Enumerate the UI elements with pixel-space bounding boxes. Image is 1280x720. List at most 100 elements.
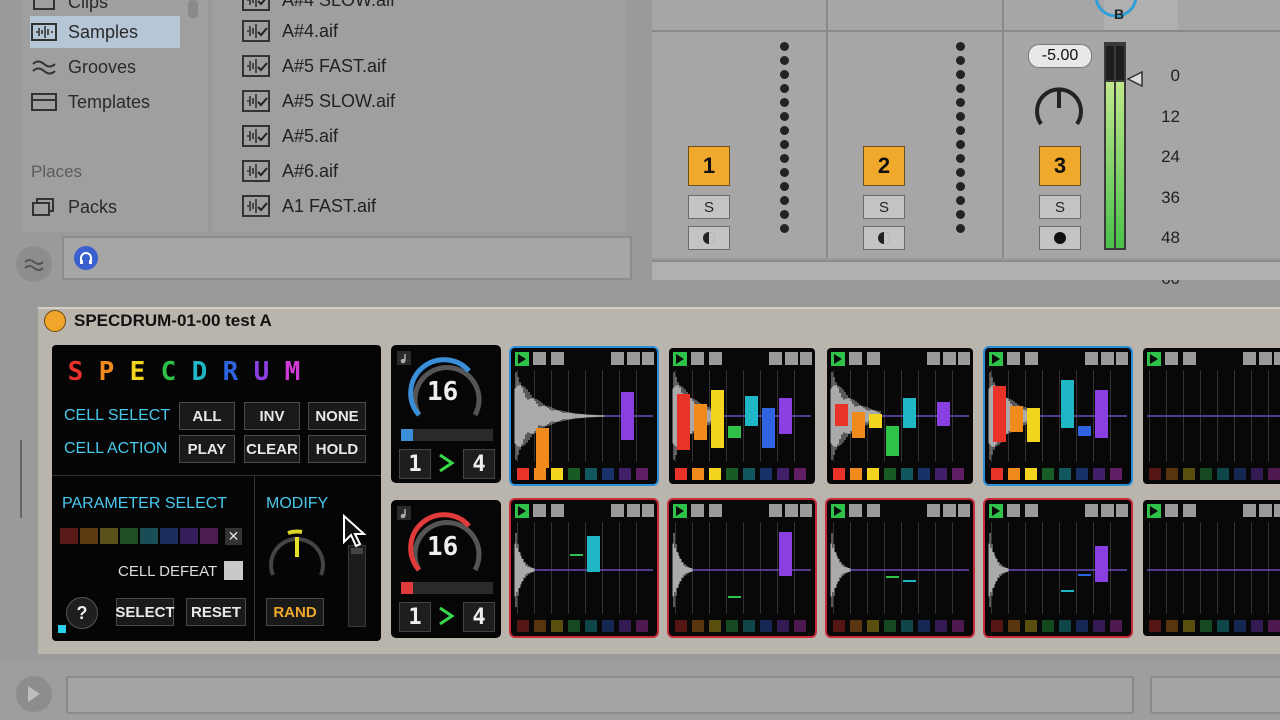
cell-display (514, 504, 654, 632)
volume-value[interactable]: -5.00 (1028, 44, 1092, 68)
sidebar-item-label: Templates (68, 91, 151, 112)
cell-display (1147, 504, 1280, 632)
record-dot-icon (1054, 232, 1066, 244)
reset-button[interactable]: RESET (186, 598, 246, 626)
clear-button[interactable]: CLEAR (244, 435, 300, 463)
cell-action-label: CELL ACTION (64, 440, 168, 457)
sidebar-item-templates[interactable]: Templates (30, 86, 180, 118)
play-button[interactable]: PLAY (179, 435, 235, 463)
steps-value[interactable]: 16 (427, 532, 458, 562)
select-invert-button[interactable]: INV (244, 402, 300, 430)
track-activator-3[interactable]: 3 (1039, 146, 1081, 186)
logo-letter: U (253, 357, 270, 387)
cell-defeat-toggle[interactable] (224, 561, 243, 580)
modify-knob[interactable] (264, 525, 330, 585)
mixer-scrollbar[interactable] (652, 260, 1280, 280)
preview-bar (62, 236, 632, 280)
play-arrow-icon[interactable] (431, 602, 461, 630)
audio-file-icon (242, 160, 270, 182)
record-arm-button-3[interactable] (1039, 226, 1081, 250)
select-all-button[interactable]: ALL (179, 402, 235, 430)
mixer-strip-1: 1 S (652, 0, 828, 258)
cell-display (830, 504, 970, 632)
mixer: 1 S 2 S B -5.00 3 S 0 12 24 36 48 (652, 0, 1280, 288)
monitor-button-1[interactable] (688, 226, 730, 250)
sidebar-item-packs[interactable]: Packs (30, 191, 180, 223)
spectral-cell[interactable] (1143, 348, 1280, 484)
select-none-button[interactable]: NONE (308, 402, 366, 430)
wave-icon (24, 259, 44, 271)
logo-letter: R (222, 357, 239, 387)
modify-slider[interactable] (348, 545, 366, 627)
play-icon[interactable] (16, 676, 52, 712)
hold-button[interactable]: HOLD (308, 435, 366, 463)
sidebar-item-samples[interactable]: Samples (30, 16, 180, 48)
fader-arrow-icon[interactable] (1126, 70, 1144, 88)
device-splitter[interactable] (20, 440, 30, 518)
cell-defeat-label: CELL DEFEAT (118, 563, 218, 580)
specdrum-logo: SPECDRUM (60, 357, 308, 387)
start-value[interactable]: 1 (399, 449, 431, 479)
file-item[interactable]: A#5 SLOW.aif (242, 86, 395, 116)
logo-letter: P (98, 357, 115, 387)
close-icon[interactable]: ✕ (225, 528, 242, 545)
device-power-button[interactable] (44, 310, 66, 332)
spectral-cell[interactable] (985, 500, 1131, 636)
spectral-cell[interactable] (511, 348, 657, 484)
steps-value[interactable]: 16 (427, 377, 458, 407)
spectral-cell[interactable] (985, 348, 1131, 484)
spectral-cell[interactable] (669, 348, 815, 484)
sidebar-item-label: Packs (68, 196, 118, 217)
file-item[interactable]: A#4.aif (242, 16, 338, 46)
monitor-button-2[interactable] (863, 226, 905, 250)
solo-button-2[interactable]: S (863, 195, 905, 219)
logo-letter: D (191, 357, 208, 387)
help-button[interactable]: ? (66, 597, 98, 629)
headphones-icon[interactable] (74, 246, 98, 270)
sidebar-item-label: Samples (68, 21, 139, 42)
cell-display (830, 352, 970, 480)
cell-display (514, 352, 654, 480)
track-activator-1[interactable]: 1 (688, 146, 730, 186)
half-circle-icon (703, 232, 715, 244)
places-heading: Places (31, 162, 83, 181)
spectral-cell[interactable] (511, 500, 657, 636)
mixer-strip-2: 2 S (828, 0, 1004, 258)
audio-file-icon (242, 195, 270, 217)
waveform-icon (30, 22, 58, 42)
file-item[interactable]: A#6.aif (242, 156, 338, 186)
spectral-cell[interactable] (1143, 500, 1280, 636)
file-item[interactable]: A#5.aif (242, 121, 338, 151)
templates-icon (30, 92, 58, 112)
file-name: A#5.aif (282, 125, 339, 146)
cell-display (672, 504, 812, 632)
sidebar-scrollbar[interactable] (188, 0, 198, 18)
spectral-cell[interactable] (827, 348, 973, 484)
solo-button-3[interactable]: S (1039, 195, 1081, 219)
file-name: A1 FAST.aif (282, 195, 377, 216)
parameter-swatches[interactable] (60, 528, 218, 544)
bottom-bar (0, 660, 1280, 720)
logo-letter: E (129, 357, 146, 387)
start-value[interactable]: 1 (399, 602, 431, 632)
track-activator-2[interactable]: 2 (863, 146, 905, 186)
select-button[interactable]: SELECT (115, 598, 175, 626)
file-item[interactable]: A#4 SLOW.aif (242, 0, 395, 15)
logo-letter: S (67, 357, 84, 387)
file-item[interactable]: A#5 FAST.aif (242, 51, 386, 81)
browser-toggle-button[interactable] (16, 246, 52, 282)
cell-display (988, 504, 1128, 632)
audio-file-icon (242, 55, 270, 77)
spectral-cell[interactable] (669, 500, 815, 636)
end-value[interactable]: 4 (463, 449, 495, 479)
file-name: A#4 SLOW.aif (282, 0, 395, 11)
spectral-cell[interactable] (827, 500, 973, 636)
rand-button[interactable]: RAND (266, 598, 324, 626)
position-bar (401, 582, 493, 594)
file-item[interactable]: A1 FAST.aif (242, 191, 376, 221)
solo-button-1[interactable]: S (688, 195, 730, 219)
end-value[interactable]: 4 (463, 602, 495, 632)
volume-knob[interactable] (1032, 78, 1086, 134)
play-arrow-icon[interactable] (431, 449, 461, 477)
sidebar-item-grooves[interactable]: Grooves (30, 51, 180, 83)
